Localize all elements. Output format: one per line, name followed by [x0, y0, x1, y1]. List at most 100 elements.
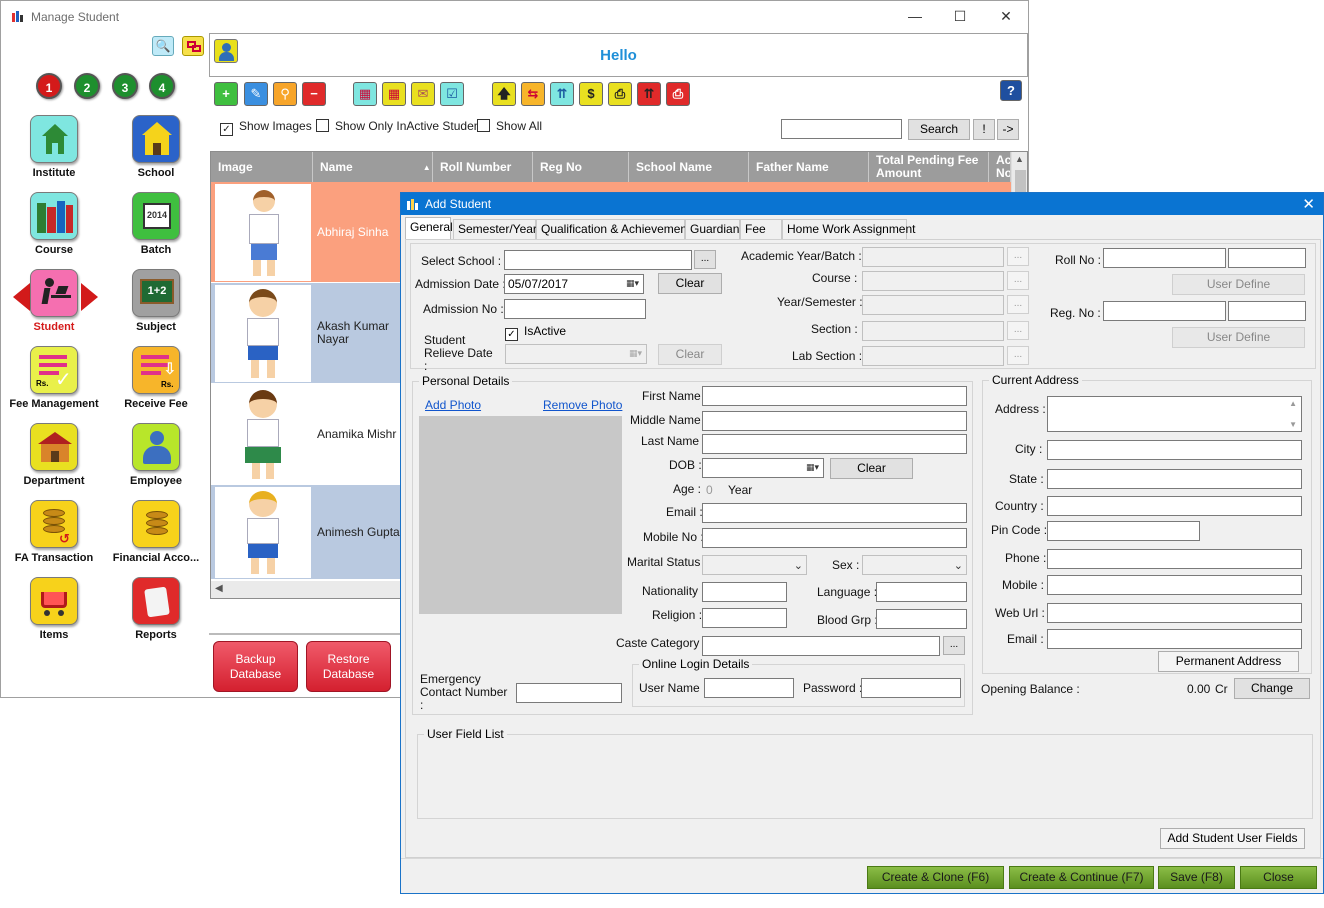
- edit-icon[interactable]: ✎: [244, 82, 268, 106]
- calendar-dropdown-icon[interactable]: ▦▾: [806, 462, 819, 473]
- scroll-down-icon[interactable]: ▼: [1289, 420, 1297, 429]
- marital-status-select[interactable]: ⌄: [702, 555, 807, 575]
- password-field[interactable]: [861, 678, 961, 698]
- section-browse-button[interactable]: ...: [1007, 321, 1029, 340]
- nav-reports[interactable]: Reports: [111, 577, 201, 641]
- minimize-button[interactable]: —: [903, 5, 927, 27]
- calendar-dropdown-icon[interactable]: ▦▾: [629, 348, 642, 359]
- col-ac-no[interactable]: Ac No: [989, 152, 1011, 182]
- fee-person-icon[interactable]: $: [579, 82, 603, 106]
- nationality-field[interactable]: [702, 582, 787, 602]
- promote-icon[interactable]: 🡅: [492, 82, 516, 106]
- tab-homework[interactable]: Home Work Assignment: [782, 219, 916, 239]
- delete-icon[interactable]: −: [302, 82, 326, 106]
- col-father-name[interactable]: Father Name: [749, 152, 869, 182]
- nav-course[interactable]: Course: [9, 192, 99, 256]
- print-icon[interactable]: ⎙: [608, 82, 632, 106]
- nav-batch[interactable]: 2014 Batch: [111, 192, 201, 256]
- nav-page-4[interactable]: 4: [149, 73, 175, 99]
- sex-select[interactable]: ⌄: [862, 555, 967, 575]
- phone-field[interactable]: [1047, 549, 1302, 569]
- mobile-no-field[interactable]: [702, 528, 967, 548]
- close-icon[interactable]: ✕: [1302, 195, 1315, 213]
- scroll-up-icon[interactable]: ▲: [1015, 154, 1024, 164]
- find-icon[interactable]: ⚲: [273, 82, 297, 106]
- tab-guardian[interactable]: Guardian: [685, 219, 740, 239]
- show-inactive-checkbox[interactable]: Show Only InActive Student: [316, 119, 484, 133]
- upload-icon[interactable]: ⇈: [550, 82, 574, 106]
- print-report-icon[interactable]: ⎙: [666, 82, 690, 106]
- web-url-field[interactable]: [1047, 603, 1302, 623]
- nav-page-3[interactable]: 3: [112, 73, 138, 99]
- first-name-field[interactable]: [702, 386, 967, 406]
- search-input[interactable]: [781, 119, 902, 139]
- state-field[interactable]: [1047, 469, 1302, 489]
- section-field[interactable]: [862, 321, 1004, 341]
- checklist-icon[interactable]: ☑: [440, 82, 464, 106]
- col-name[interactable]: Name ▲: [313, 152, 433, 182]
- nav-department[interactable]: Department: [9, 423, 99, 487]
- nav-receive-fee[interactable]: ⇩ Rs. Receive Fee: [111, 346, 201, 410]
- close-window-button[interactable]: ✕: [994, 5, 1018, 27]
- add-photo-link[interactable]: Add Photo: [425, 398, 481, 412]
- col-school-name[interactable]: School Name: [629, 152, 749, 182]
- restore-database-button[interactable]: Restore Database: [306, 641, 391, 692]
- last-name-field[interactable]: [702, 434, 967, 454]
- language-field[interactable]: [876, 582, 967, 602]
- nav-employee[interactable]: Employee: [111, 423, 201, 487]
- col-pending-fee[interactable]: Total Pending Fee Amount: [869, 152, 989, 182]
- remove-photo-link[interactable]: Remove Photo: [543, 398, 622, 412]
- create-clone-button[interactable]: Create & Clone (F6): [867, 866, 1004, 889]
- transfer-icon[interactable]: ⇆: [521, 82, 545, 106]
- export-icon[interactable]: ▦: [382, 82, 406, 106]
- maximize-button[interactable]: ☐: [948, 5, 972, 27]
- next-button[interactable]: ->: [997, 119, 1019, 140]
- col-reg-no[interactable]: Reg No: [533, 152, 629, 182]
- caste-category-field[interactable]: [702, 636, 940, 656]
- tab-qualification[interactable]: Qualification & Achievements: [536, 219, 696, 239]
- search-icon[interactable]: 🔍: [152, 36, 174, 56]
- nav-school[interactable]: School: [111, 115, 201, 179]
- is-active-checkbox[interactable]: ✓ IsActive: [505, 324, 566, 341]
- dob-clear-button[interactable]: Clear: [830, 458, 913, 479]
- roll-no-suffix-field[interactable]: [1228, 248, 1306, 268]
- scroll-left-icon[interactable]: ◀: [215, 583, 223, 594]
- show-images-checkbox[interactable]: ✓ Show Images: [220, 119, 312, 136]
- academic-year-browse-button[interactable]: ...: [1007, 247, 1029, 266]
- reg-no-user-define-button[interactable]: User Define: [1172, 327, 1305, 348]
- select-school-field[interactable]: [504, 250, 692, 270]
- roll-no-field[interactable]: [1103, 248, 1226, 268]
- lab-section-browse-button[interactable]: ...: [1007, 346, 1029, 365]
- scroll-up-icon[interactable]: ▲: [1289, 399, 1297, 408]
- address-email-field[interactable]: [1047, 629, 1302, 649]
- admission-date-clear-button[interactable]: Clear: [658, 273, 722, 294]
- mobile-field[interactable]: [1047, 575, 1302, 595]
- dob-field[interactable]: ▦▾: [702, 458, 824, 478]
- caste-category-browse-button[interactable]: ...: [943, 636, 965, 655]
- col-image[interactable]: Image: [211, 152, 313, 182]
- nav-subject[interactable]: 1+2 Subject: [111, 269, 201, 333]
- select-school-browse-button[interactable]: ...: [694, 250, 716, 269]
- permanent-address-button[interactable]: Permanent Address: [1158, 651, 1299, 672]
- city-field[interactable]: [1047, 440, 1302, 460]
- academic-year-field[interactable]: [862, 247, 1004, 267]
- pin-code-field[interactable]: [1047, 521, 1200, 541]
- year-semester-field[interactable]: [862, 295, 1004, 315]
- save-button[interactable]: Save (F8): [1158, 866, 1235, 889]
- nav-institute[interactable]: Institute: [9, 115, 99, 179]
- admission-date-field[interactable]: 05/07/2017 ▦▾: [504, 274, 644, 294]
- reg-no-field[interactable]: [1103, 301, 1226, 321]
- import-icon[interactable]: ▦: [353, 82, 377, 106]
- course-browse-button[interactable]: ...: [1007, 271, 1029, 290]
- year-semester-browse-button[interactable]: ...: [1007, 295, 1029, 314]
- relieve-date-clear-button[interactable]: Clear: [658, 344, 722, 365]
- add-user-fields-button[interactable]: Add Student User Fields: [1160, 828, 1305, 849]
- mail-icon[interactable]: ✉: [411, 82, 435, 106]
- calendar-dropdown-icon[interactable]: ▦▾: [626, 278, 639, 289]
- nav-items[interactable]: Items: [9, 577, 99, 641]
- close-button[interactable]: Close: [1240, 866, 1317, 889]
- bulk-upload-icon[interactable]: ⇈: [637, 82, 661, 106]
- tab-fee[interactable]: Fee: [740, 219, 782, 239]
- windows-icon[interactable]: [182, 36, 204, 56]
- middle-name-field[interactable]: [702, 411, 967, 431]
